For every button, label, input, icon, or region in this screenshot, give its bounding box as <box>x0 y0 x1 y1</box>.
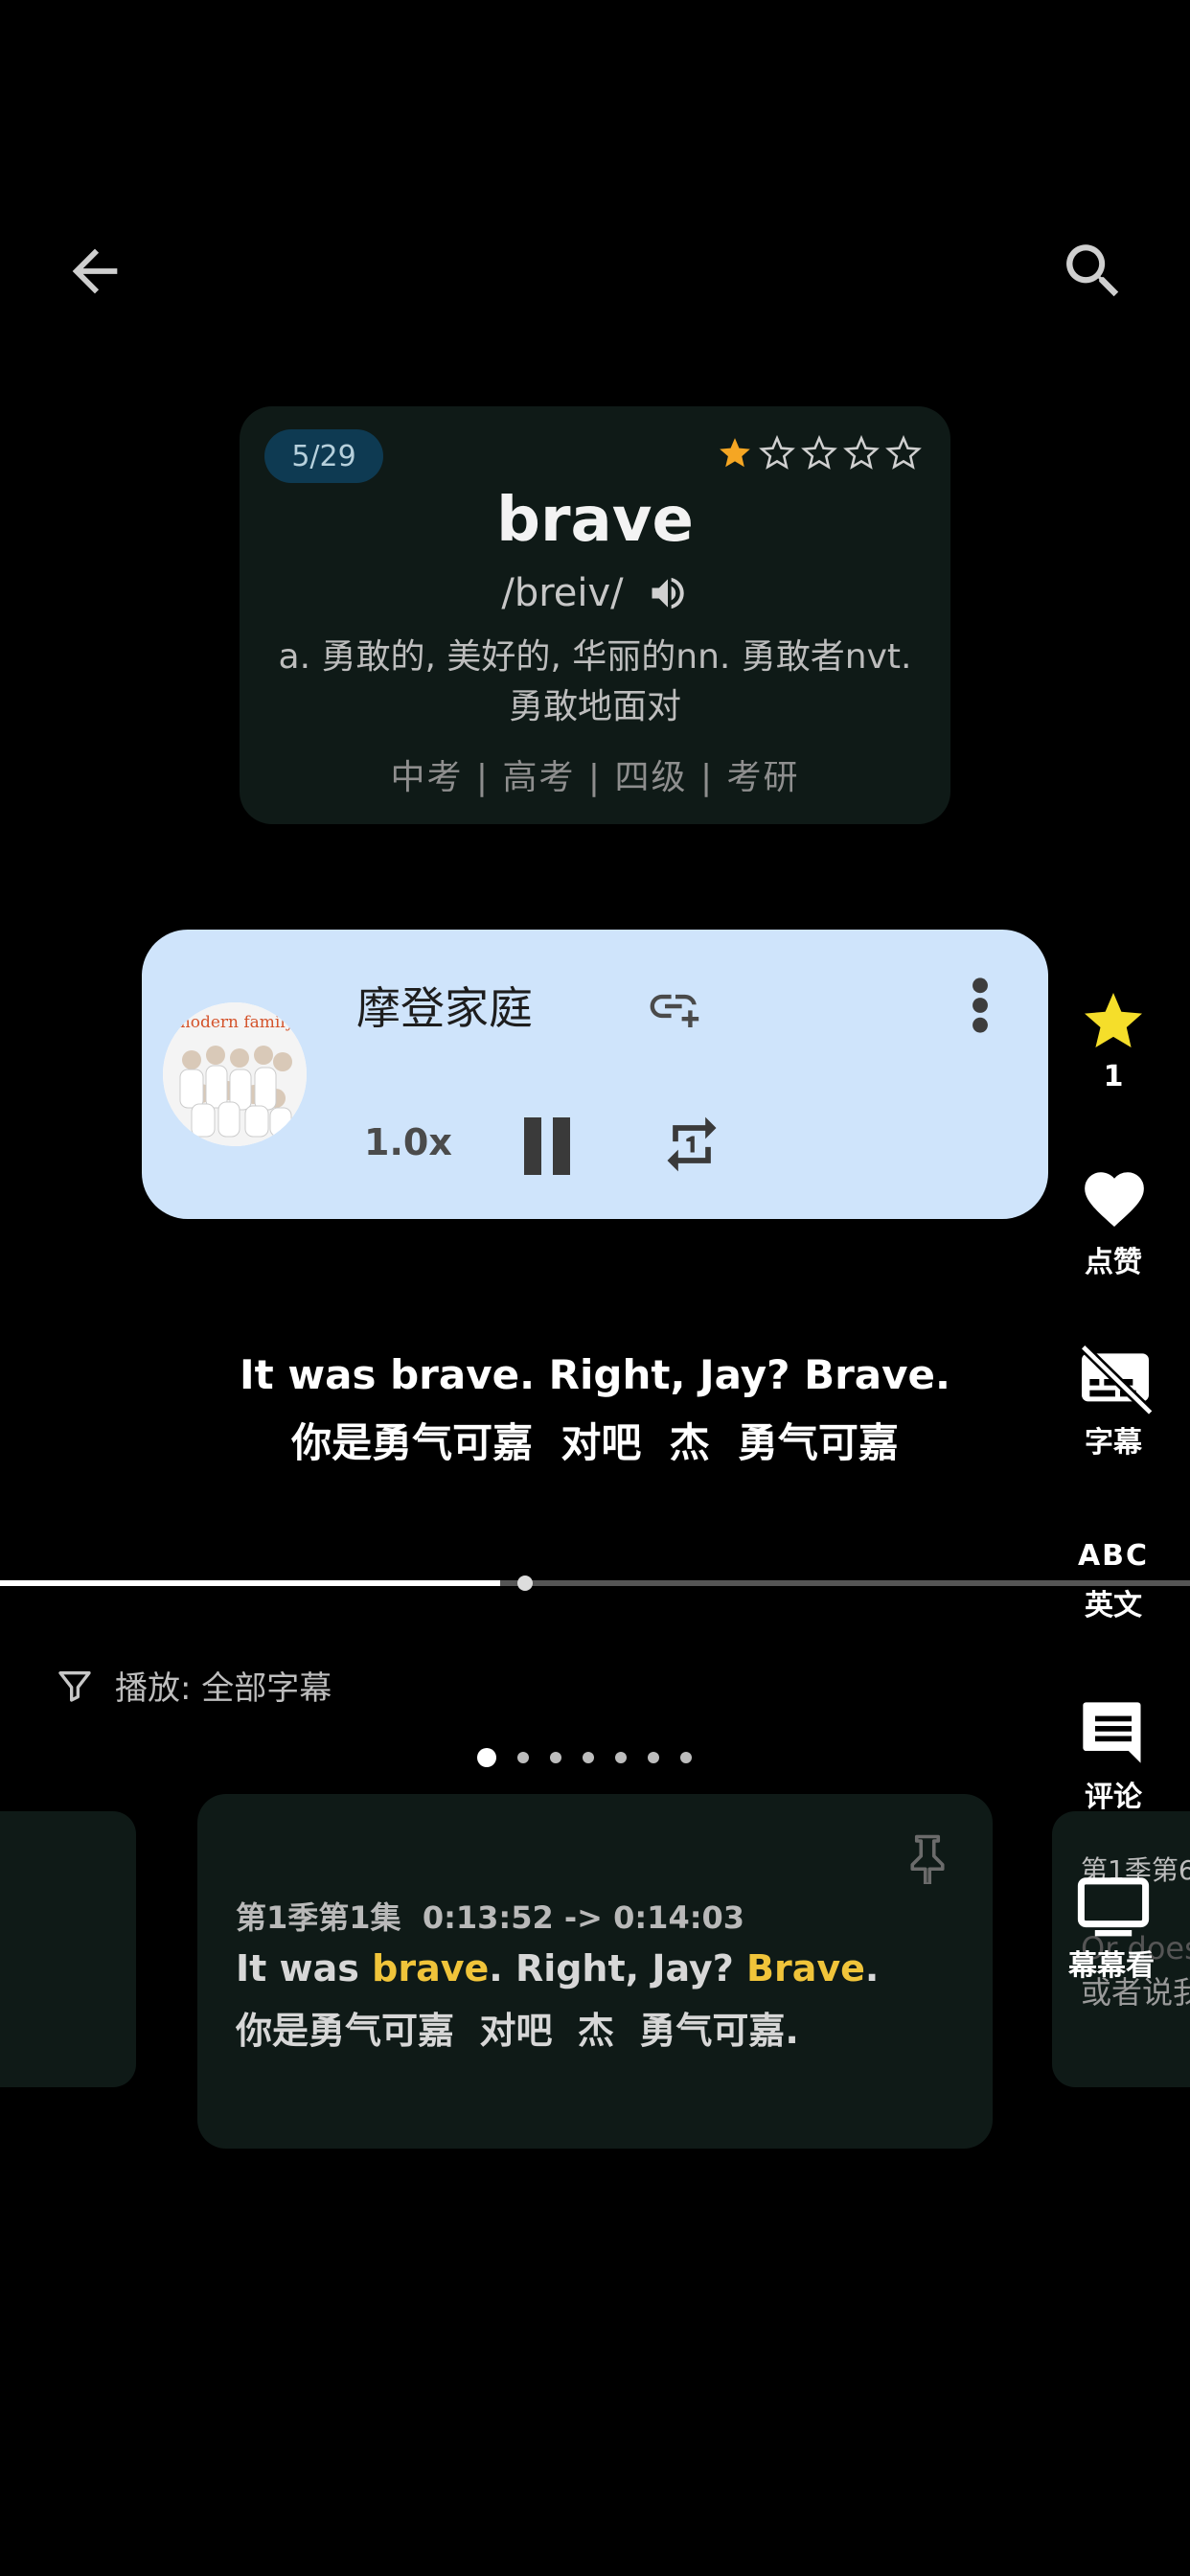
tag-separator: | <box>463 758 503 797</box>
exam-tag: 四级 <box>614 758 688 797</box>
subtitle-chinese: 你是勇气可嘉 对吧 杰 勇气可嘉 <box>291 1419 899 1466</box>
tag-separator: | <box>687 758 727 797</box>
tv-icon <box>1077 1877 1150 1937</box>
screen-view-button[interactable]: 幕幕看 <box>1068 1876 1155 1984</box>
page-dot[interactable] <box>615 1752 627 1763</box>
pin-icon[interactable] <box>906 1832 949 1884</box>
progress-fill <box>0 1580 500 1586</box>
screen-view-label: 幕幕看 <box>1068 1949 1155 1983</box>
word-counter-badge: 5/29 <box>264 429 383 483</box>
page-dot[interactable] <box>680 1752 692 1763</box>
exam-tag: 考研 <box>726 758 800 797</box>
more-vert-icon[interactable] <box>970 976 991 1035</box>
back-button[interactable] <box>42 218 148 324</box>
clip-card[interactable]: 第1季第1集 0:13:52 -> 0:14:03 It was brave. … <box>197 1794 993 2149</box>
word-definition: a. 勇敢的, 美好的, 华丽的nn. 勇敢者nvt. 勇敢地面对 <box>278 637 912 726</box>
page-dot[interactable] <box>648 1752 659 1763</box>
phonetic-row: /breiv/ <box>240 571 950 615</box>
exam-tag: 中考 <box>390 758 464 797</box>
show-title: 摩登家庭 <box>356 982 533 1034</box>
previous-clip-card[interactable] <box>0 1811 136 2087</box>
comment-icon <box>1083 1702 1141 1763</box>
show-cover-image[interactable]: modern family <box>163 1002 307 1146</box>
phonetic-text: /breiv/ <box>501 571 624 615</box>
page-dot[interactable] <box>583 1752 594 1763</box>
page-dot[interactable] <box>550 1752 561 1763</box>
star-filled-icon[interactable] <box>717 435 753 472</box>
clip-en-part: . Right, Jay? <box>489 1947 746 1990</box>
clip-meta: 第1季第1集 0:13:52 -> 0:14:03 <box>236 1899 745 1936</box>
clip-chinese: 你是勇气可嘉 对吧 杰 勇气可嘉. <box>236 2010 799 2052</box>
abc-icon: ABC <box>1077 1539 1150 1573</box>
tag-separator: | <box>575 758 615 797</box>
arrow-left-icon <box>72 248 118 294</box>
heart-icon <box>1085 1172 1144 1227</box>
clip-en-part: It was <box>236 1947 373 1990</box>
star-filled-icon <box>1085 993 1142 1047</box>
exam-tags: 中考 | 高考 | 四级 | 考研 <box>240 749 950 799</box>
add-link-icon[interactable] <box>648 985 703 1027</box>
star-outline-icon[interactable] <box>843 435 880 472</box>
filter-label: 播放: 全部字幕 <box>115 1669 332 1708</box>
player-card[interactable]: modern family 摩登家庭 1.0x <box>142 930 1048 1219</box>
comment-button[interactable]: 评论 <box>1077 1696 1150 1815</box>
clip-en-highlight: Brave <box>745 1947 865 1990</box>
star-outline-icon[interactable] <box>759 435 795 472</box>
filter-icon <box>58 1670 91 1702</box>
page-dot[interactable] <box>477 1748 496 1767</box>
word-title: brave <box>496 485 694 556</box>
pause-icon[interactable] <box>521 1117 573 1175</box>
star-outline-icon[interactable] <box>801 435 837 472</box>
rating-stars[interactable] <box>717 435 922 472</box>
speaker-icon[interactable] <box>647 572 689 614</box>
page-dot[interactable] <box>517 1752 529 1763</box>
cover-title-text: modern family <box>175 1013 295 1032</box>
repeat-one-icon[interactable] <box>659 1112 724 1177</box>
clip-english: It was brave. Right, Jay? Brave. <box>236 1947 879 1990</box>
english-label: 英文 <box>1085 1589 1142 1622</box>
star-outline-icon[interactable] <box>885 435 922 472</box>
progress-knob[interactable] <box>516 1576 533 1591</box>
clip-en-part: . <box>864 1947 880 1990</box>
word-card[interactable]: 5/29 brave /breiv/ a. 勇敢的, 美好的, 华丽的nn. 勇… <box>240 406 950 824</box>
speed-button[interactable]: 1.0x <box>364 1121 452 1163</box>
exam-tag: 高考 <box>502 758 576 797</box>
page-indicator <box>477 1748 692 1767</box>
like-label: 点赞 <box>1085 1246 1142 1279</box>
filter-row[interactable]: 播放: 全部字幕 <box>56 1662 332 1709</box>
subtitle-english: It was brave. Right, Jay? Brave. <box>240 1351 950 1398</box>
favorite-count-button[interactable]: 1 <box>1077 987 1150 1093</box>
like-button[interactable]: 点赞 <box>1077 1163 1150 1280</box>
english-toggle-button[interactable]: ABC 英文 <box>1077 1531 1150 1623</box>
search-icon <box>1066 244 1119 297</box>
cover-art: modern family <box>163 1002 307 1146</box>
search-button[interactable] <box>1041 218 1146 324</box>
favorite-count: 1 <box>1103 1060 1124 1093</box>
comment-label: 评论 <box>1085 1781 1142 1814</box>
clip-en-highlight: brave <box>372 1947 490 1990</box>
